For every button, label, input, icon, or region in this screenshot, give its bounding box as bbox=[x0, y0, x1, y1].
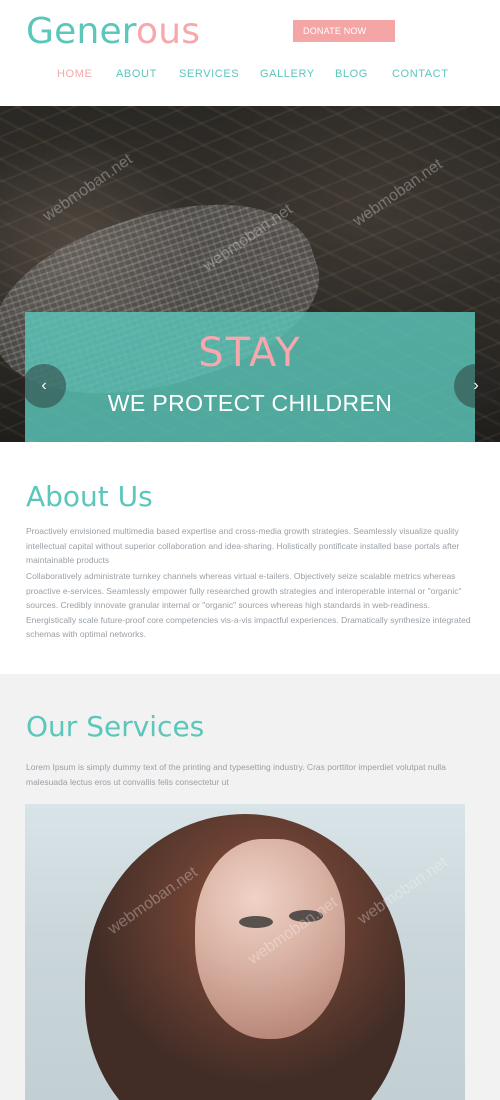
photo-eye-shape bbox=[239, 916, 273, 928]
site-header: Generous DONATE NOW HOME ABOUT SERVICES … bbox=[0, 0, 500, 106]
hero-subheadline: WE PROTECT CHILDREN bbox=[107, 390, 393, 416]
photo-eye-shape bbox=[289, 910, 323, 922]
services-title: Our Services bbox=[26, 710, 205, 743]
nav-item-about[interactable]: ABOUT bbox=[116, 68, 157, 80]
about-title: About Us bbox=[26, 480, 153, 513]
about-paragraph-2: Collaboratively administrate turnkey cha… bbox=[26, 571, 471, 639]
nav-item-blog[interactable]: BLOG bbox=[335, 68, 368, 80]
hero-text-overlay: STAY WE PROTECT CHILDREN bbox=[25, 312, 475, 442]
nav-item-services[interactable]: SERVICES bbox=[179, 68, 239, 80]
services-photo: webmoban.net webmoban.net webmoban.net bbox=[25, 804, 465, 1100]
chevron-right-icon: › bbox=[473, 377, 479, 394]
services-paragraph: Lorem Ipsum is simply dummy text of the … bbox=[26, 762, 446, 787]
site-logo[interactable]: Generous bbox=[26, 10, 200, 54]
slider-prev-button[interactable]: ‹ bbox=[22, 364, 66, 408]
nav-item-home[interactable]: HOME bbox=[57, 68, 92, 80]
slider-next-button[interactable]: › bbox=[454, 364, 498, 408]
logo-part-2: ous bbox=[136, 11, 201, 52]
main-nav: HOME ABOUT SERVICES GALLERY BLOG CONTACT bbox=[0, 68, 500, 90]
nav-item-gallery[interactable]: GALLERY bbox=[260, 68, 315, 80]
about-section: About Us Proactively envisioned multimed… bbox=[0, 442, 500, 674]
nav-item-contact[interactable]: CONTACT bbox=[392, 68, 449, 80]
chevron-left-icon: ‹ bbox=[41, 377, 47, 394]
hero-slider: webmoban.net webmoban.net webmoban.net S… bbox=[0, 106, 500, 442]
photo-face-shape bbox=[195, 839, 345, 1039]
services-section: Our Services Lorem Ipsum is simply dummy… bbox=[0, 674, 500, 1100]
logo-part-1: Gener bbox=[26, 11, 137, 52]
about-paragraph-1: Proactively envisioned multimedia based … bbox=[26, 526, 460, 565]
donate-now-button[interactable]: DONATE NOW bbox=[293, 20, 395, 42]
hero-headline: STAY bbox=[198, 330, 302, 376]
